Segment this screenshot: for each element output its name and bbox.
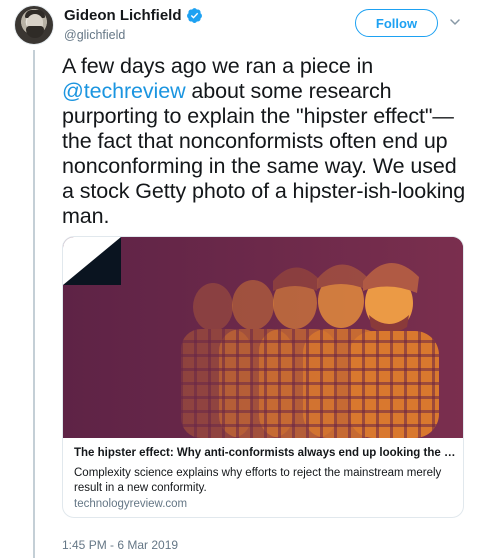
tweet-text-part-1: A few days ago we ran a piece in: [62, 54, 374, 78]
follow-button[interactable]: Follow: [355, 9, 438, 37]
author-handle[interactable]: @glichfield: [64, 28, 125, 42]
avatar[interactable]: [14, 5, 54, 45]
thread-line: [33, 50, 35, 558]
card-title[interactable]: The hipster effect: Why anti-conformists…: [74, 445, 458, 461]
card-description: Complexity science explains why efforts …: [74, 467, 442, 494]
tweet: Gideon Lichfield @glichfield Follow A fe…: [0, 0, 488, 558]
avatar-beard: [26, 26, 44, 38]
verified-badge-icon: [186, 7, 203, 24]
card-corner-logo: [63, 237, 121, 285]
card-image[interactable]: [63, 237, 463, 438]
card-domain: technologyreview.com: [74, 498, 188, 510]
author-name-row[interactable]: Gideon Lichfield: [64, 7, 203, 24]
card-body: The hipster effect: Why anti-conformists…: [74, 445, 458, 510]
chevron-down-icon[interactable]: [449, 15, 461, 27]
mention-link[interactable]: @techreview: [62, 79, 186, 103]
author-name[interactable]: Gideon Lichfield: [64, 7, 182, 24]
tweet-text: A few days ago we ran a piece in @techre…: [62, 54, 472, 229]
card-photo-illustration: [63, 237, 463, 438]
link-card[interactable]: The hipster effect: Why anti-conformists…: [62, 236, 464, 518]
tweet-timestamp[interactable]: 1:45 PM - 6 Mar 2019: [62, 538, 178, 552]
